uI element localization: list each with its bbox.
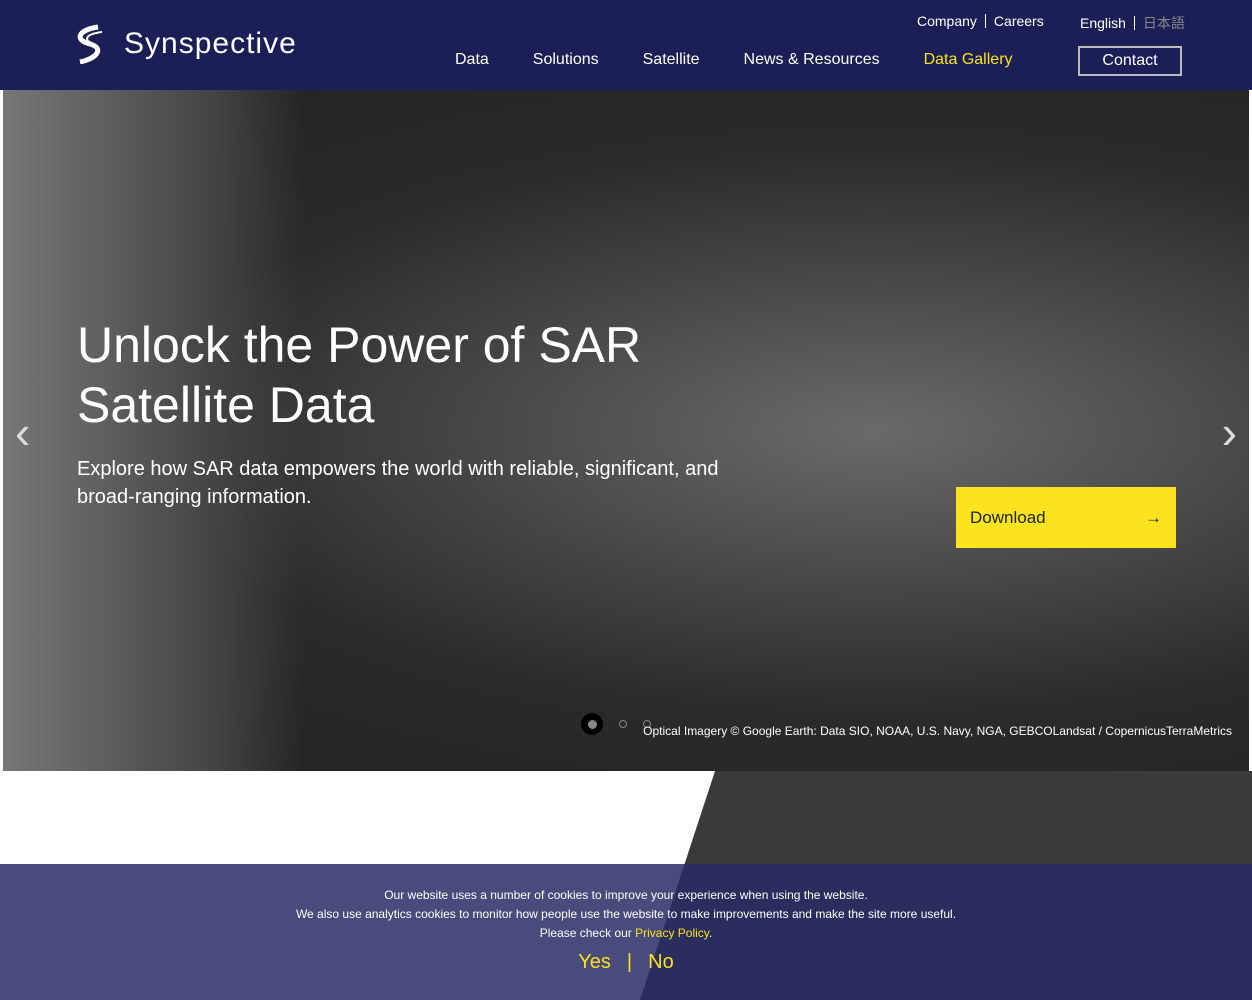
hero-carousel: Unlock the Power of SAR Satellite Data E… [3,90,1249,771]
lang-japanese[interactable]: 日本語 [1143,13,1185,33]
nav-satellite[interactable]: Satellite [643,51,700,69]
privacy-policy-link[interactable]: Privacy Policy [635,926,709,940]
cookie-text-3: Please check our [539,926,636,940]
nav-news-resources[interactable]: News & Resources [744,51,880,69]
divider [984,14,986,28]
nav-solutions[interactable]: Solutions [533,51,599,69]
company-link[interactable]: Company [917,13,977,29]
hero-subtitle: Explore how SAR data empowers the world … [77,458,719,508]
contact-button[interactable]: Contact [1078,46,1182,76]
main-nav: Data Solutions Satellite News & Resource… [455,51,1057,69]
cookie-text-2: We also use analytics cookies to monitor… [295,907,957,921]
utility-links: Company Careers [917,13,1044,29]
cookie-yes-button[interactable]: Yes [578,951,611,973]
divider [1133,16,1135,30]
carousel-dots [581,713,651,735]
carousel-dot[interactable] [619,720,627,728]
cookie-no-button[interactable]: No [648,951,674,973]
synspective-logo-icon [77,24,103,64]
logo[interactable]: Synspective [68,24,297,64]
lang-english[interactable]: English [1080,15,1126,31]
hero-title: Unlock the Power of SAR Satellite Data [77,317,642,433]
carousel-dot[interactable] [581,713,603,735]
cookie-separator: | [626,951,633,973]
nav-data-gallery[interactable]: Data Gallery [924,51,1013,69]
next-arrow-icon[interactable]: › [1222,405,1237,459]
logo-text: Synspective [124,27,297,60]
prev-arrow-icon[interactable]: ‹ [15,405,30,459]
site-header: Synspective Company Careers English 日本語 … [0,0,1252,90]
download-button[interactable]: Download → [956,487,1176,548]
nav-data[interactable]: Data [455,51,489,69]
cookie-text-1: Our website uses a number of cookies to … [384,888,868,902]
image-credit: Optical Imagery © Google Earth: Data SIO… [643,724,1232,738]
language-switcher: English 日本語 [1080,13,1185,33]
arrow-right-icon: → [1145,507,1162,527]
cookie-period: . [708,926,713,940]
careers-link[interactable]: Careers [994,13,1044,29]
download-label: Download [970,507,1046,527]
cookie-banner: Our website uses a number of cookies to … [0,864,1252,1000]
